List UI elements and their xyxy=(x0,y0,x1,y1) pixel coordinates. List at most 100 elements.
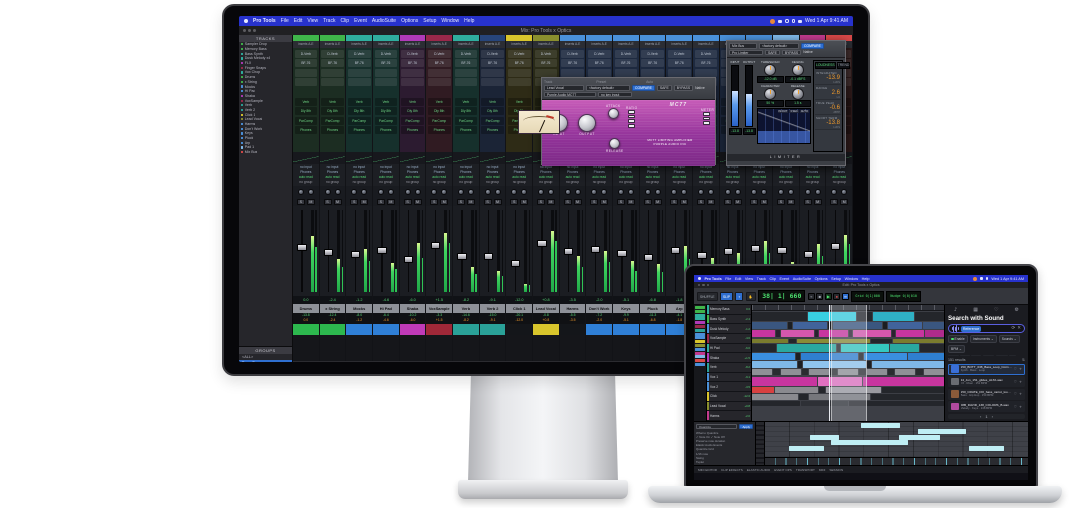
mini-track-row[interactable] xyxy=(695,324,705,328)
track-name-plate[interactable]: Verb xyxy=(453,304,479,313)
mini-track-row[interactable] xyxy=(695,328,705,332)
track-selector[interactable]: Lead Vocal xyxy=(544,85,584,91)
track-header[interactable]: Vox 2 -3.5 xyxy=(707,382,751,393)
pan-knob-right[interactable] xyxy=(574,188,581,195)
favorite-icon[interactable]: ♡ xyxy=(1014,380,1017,384)
instruments-dropdown[interactable]: Instruments ⌄ xyxy=(969,335,997,343)
status-tab[interactable]: EVENT OPS xyxy=(774,468,792,472)
solo-button[interactable]: S xyxy=(670,198,679,205)
mixer-channel-strip[interactable]: inserts A-E D-Verb BF-76 Verb Dly 8th Pa… xyxy=(319,35,347,362)
mute-button[interactable]: M xyxy=(333,198,342,205)
insert-slot[interactable]: D-Verb xyxy=(294,49,318,58)
send-slot[interactable]: Verb xyxy=(401,97,424,106)
midi-note[interactable] xyxy=(1005,446,1028,451)
mini-track-row[interactable] xyxy=(695,313,705,317)
solo-button[interactable]: S xyxy=(803,198,812,205)
pan-knob-right[interactable] xyxy=(334,188,341,195)
search-result-row[interactable]: 150_CRATE_DO_bass_carrot_loop.wav Bass ·… xyxy=(948,388,1025,400)
wifi-icon[interactable] xyxy=(785,19,789,23)
refresh-icon[interactable]: ⟳ xyxy=(1011,326,1015,331)
sound-search-input[interactable]: Reference ⟳ ✕ xyxy=(948,324,1025,333)
insert-slot[interactable] xyxy=(321,68,344,77)
solo-button[interactable]: S xyxy=(376,198,385,205)
volume-fader[interactable] xyxy=(537,240,547,248)
track-name-plate[interactable]: Lead Vocal xyxy=(533,304,559,313)
track-name-plate[interactable]: Shaka xyxy=(399,304,426,313)
track-name-plate[interactable]: Don't Work xyxy=(586,304,613,313)
audio-clip[interactable] xyxy=(787,322,792,330)
insert-slot[interactable]: D-Verb xyxy=(401,49,424,58)
clear-icon[interactable]: ✕ xyxy=(1017,326,1021,331)
trim-tool-button[interactable]: ⌖ xyxy=(735,291,744,301)
audio-clip[interactable] xyxy=(752,376,818,386)
mute-button[interactable]: M xyxy=(573,198,582,205)
solo-button[interactable]: S xyxy=(830,198,839,205)
sort-icon[interactable]: ⇅ xyxy=(1022,358,1025,362)
insert-slot[interactable] xyxy=(507,78,531,86)
send-slot[interactable]: ParComp xyxy=(481,116,504,125)
mute-button[interactable]: M xyxy=(520,198,529,205)
group-assign[interactable]: no group xyxy=(586,180,612,185)
pan-knob-left[interactable] xyxy=(511,188,518,195)
pan-knob-right[interactable] xyxy=(707,188,714,195)
menu-help[interactable]: Help xyxy=(862,277,870,281)
meter-button[interactable] xyxy=(702,116,710,121)
volume-readout[interactable]: -3.5 xyxy=(559,296,586,304)
send-slot[interactable]: Verb xyxy=(321,97,344,106)
menu-options[interactable]: Options xyxy=(815,277,828,281)
histogram-chip[interactable]: IN/OUT xyxy=(777,110,789,113)
solo-button[interactable]: S xyxy=(616,198,625,205)
volume-readout[interactable]: -12.0 xyxy=(506,296,533,304)
mini-track-row[interactable] xyxy=(695,359,705,363)
mute-button[interactable]: M xyxy=(626,198,635,205)
insert-slot[interactable] xyxy=(667,68,691,77)
mute-button[interactable]: M xyxy=(760,198,769,205)
solo-button[interactable]: S xyxy=(750,198,759,205)
insert-slot[interactable]: BF-76 xyxy=(374,59,398,67)
mute-button[interactable]: M xyxy=(440,198,449,205)
tag-chip[interactable]: Bass xyxy=(960,355,970,356)
track-header[interactable]: Harms -2.0 xyxy=(707,411,751,422)
insert-slot[interactable]: BF-76 xyxy=(347,59,371,67)
insert-slot[interactable] xyxy=(641,68,664,77)
insert-slot[interactable] xyxy=(694,68,718,77)
search-icon[interactable] xyxy=(791,19,795,23)
volume-fader[interactable] xyxy=(563,248,574,256)
menu-file[interactable]: File xyxy=(725,277,731,281)
send-slot[interactable]: Dly 8th xyxy=(347,107,371,115)
mini-track-row[interactable] xyxy=(695,336,705,340)
midi-note[interactable] xyxy=(765,423,860,428)
mixer-channel-strip[interactable]: inserts A-E D-Verb BF-76 Verb Dly 8th Pa… xyxy=(479,35,507,362)
menu-view[interactable]: View xyxy=(307,18,318,24)
insert-slot[interactable]: D-Verb xyxy=(507,49,531,58)
output-knob[interactable] xyxy=(578,114,596,132)
midi-note[interactable] xyxy=(917,428,967,434)
audio-clip[interactable] xyxy=(893,338,944,343)
mute-button[interactable]: M xyxy=(360,198,369,205)
prev-page-button[interactable]: ‹ xyxy=(980,414,981,419)
status-tab[interactable]: CLIP EFFECTS xyxy=(721,468,743,472)
solo-button[interactable]: S xyxy=(323,198,332,205)
pan-knob-right[interactable] xyxy=(627,188,634,195)
audio-clip[interactable] xyxy=(752,330,776,338)
audio-clip[interactable] xyxy=(866,361,872,369)
user-avatar[interactable] xyxy=(770,18,775,24)
insert-slot[interactable]: BF-76 xyxy=(321,59,344,67)
mini-track-row[interactable] xyxy=(695,332,705,336)
group-assign[interactable]: no group xyxy=(613,180,639,185)
insert-slot[interactable]: D-Verb xyxy=(667,49,691,58)
group-assign[interactable]: no group xyxy=(640,180,666,185)
apple-menu-icon[interactable] xyxy=(244,19,248,23)
track-selector[interactable]: Mix Bus xyxy=(729,43,757,49)
group-assign[interactable]: no group xyxy=(666,180,692,185)
insert-slot[interactable]: D-Verb xyxy=(587,49,611,58)
mode-shuffle-button[interactable]: SHUFFLE xyxy=(697,291,718,301)
bypass-button[interactable]: BYPASS xyxy=(673,85,694,91)
track-header[interactable]: Click -12.0 xyxy=(707,392,751,402)
midi-note[interactable] xyxy=(840,435,898,440)
menu-event[interactable]: Event xyxy=(354,18,367,24)
send-slot[interactable]: Dly 8th xyxy=(294,107,318,115)
pan-knob-left[interactable] xyxy=(777,188,784,195)
pan-knob-left[interactable] xyxy=(724,188,731,195)
pan-knob-right[interactable] xyxy=(814,188,821,195)
